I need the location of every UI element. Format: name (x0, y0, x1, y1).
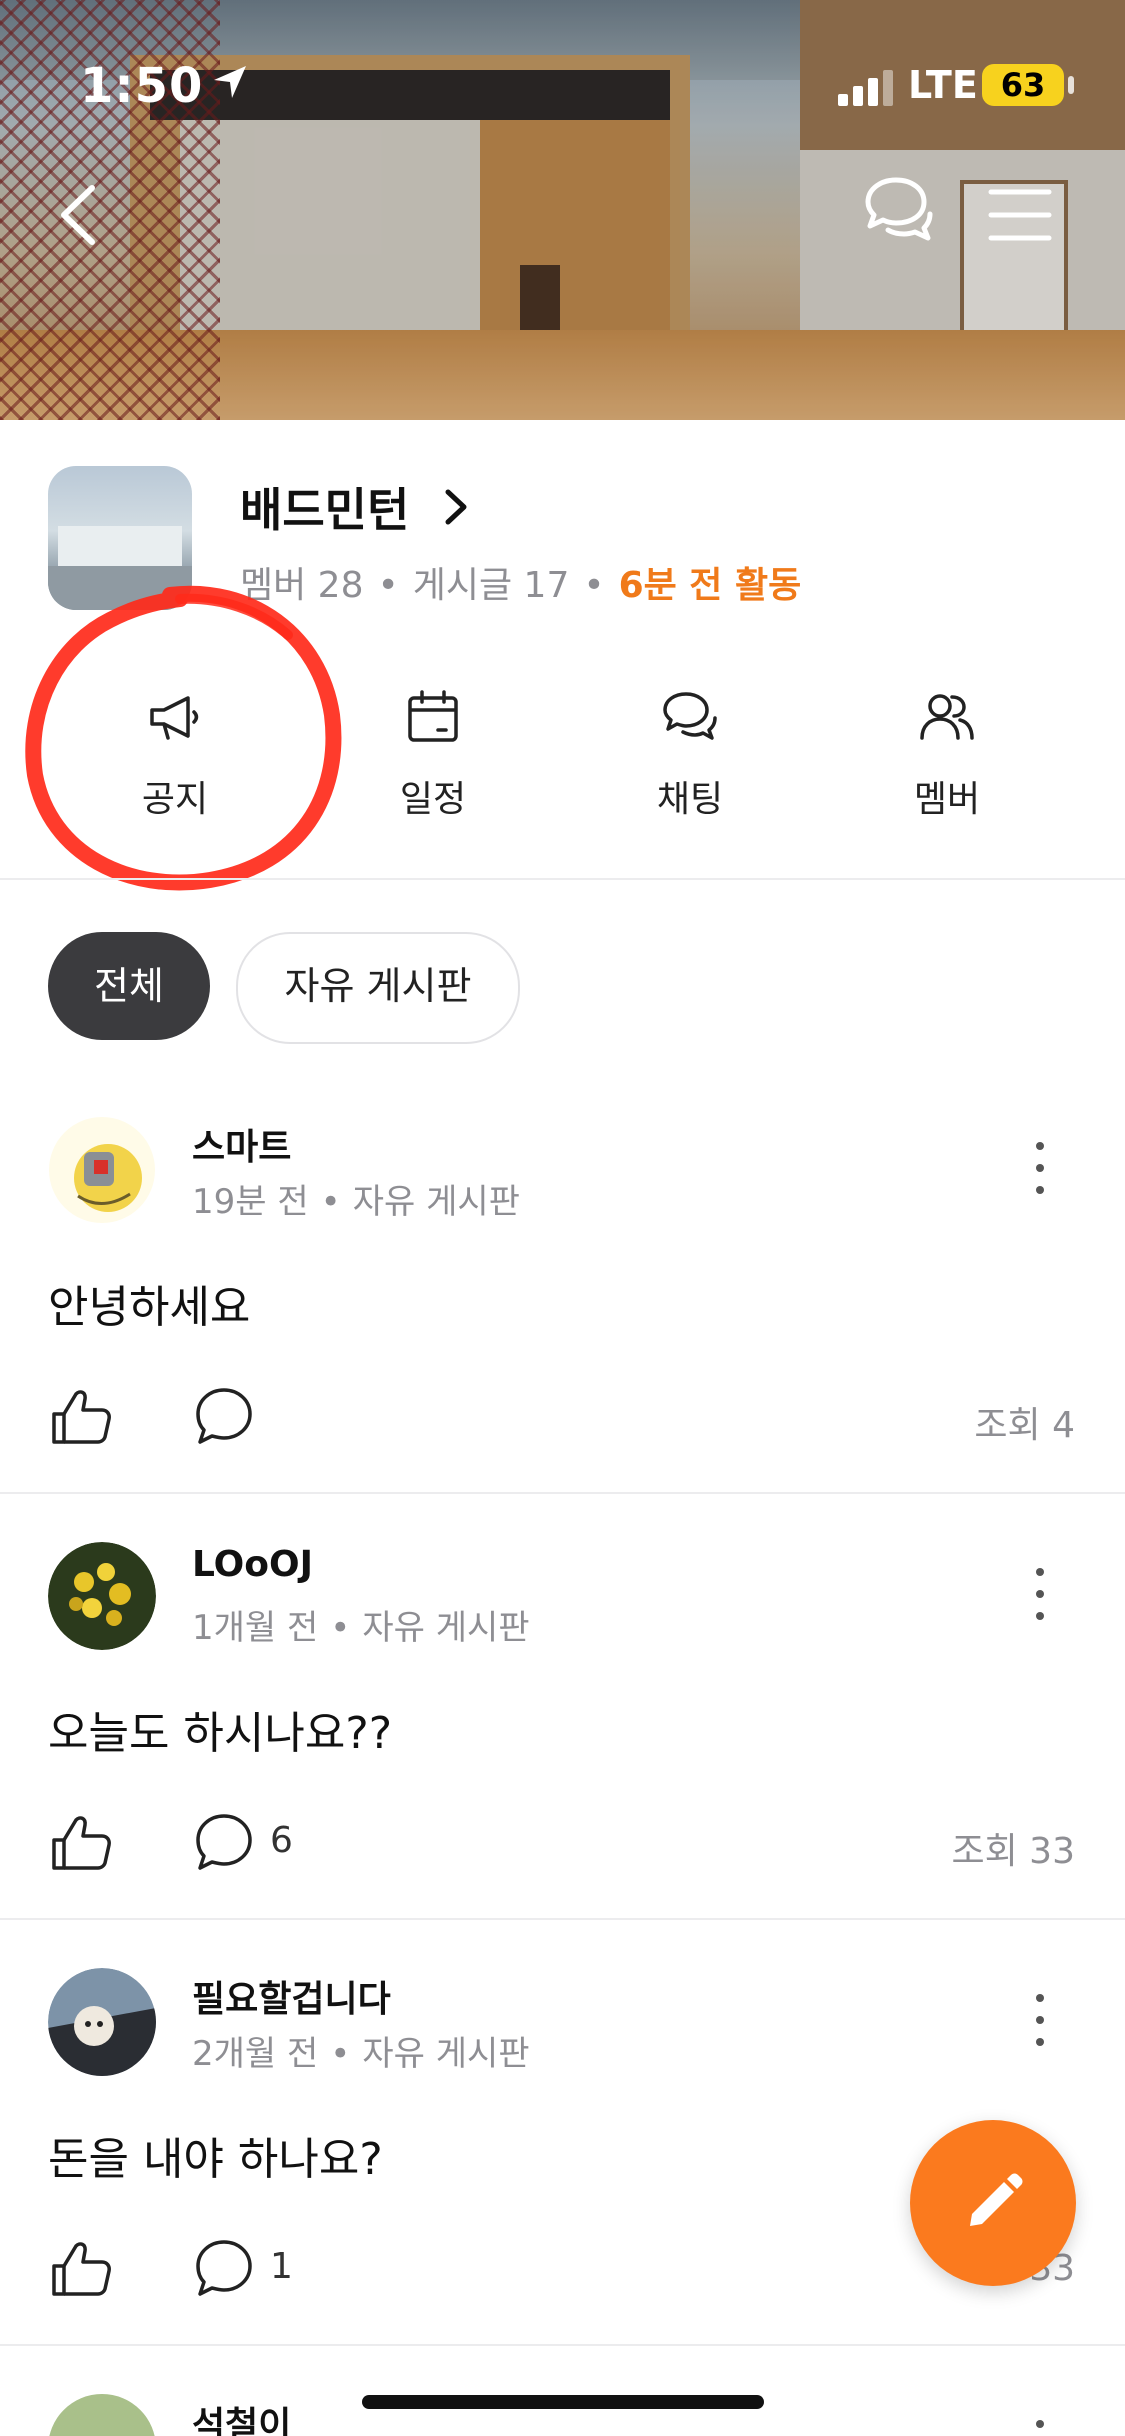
avatar[interactable] (48, 1968, 156, 2076)
calendar-icon (408, 690, 458, 742)
post-time: 19분 전 (192, 1182, 309, 1222)
write-post-button[interactable] (910, 2120, 1076, 2286)
comment-icon[interactable] (192, 1810, 256, 1874)
hamburger-menu-icon[interactable] (985, 180, 1055, 250)
pencil-icon (970, 2173, 1023, 2226)
avatar[interactable] (48, 1542, 156, 1650)
signal-bars-icon (838, 70, 893, 106)
last-activity: 6분 전 활동 (618, 565, 802, 606)
chevron-right-icon[interactable] (440, 486, 470, 528)
battery-level: 63 (982, 64, 1064, 106)
post-text: 돈을 내야 하나요? (48, 2134, 383, 2185)
comment-icon[interactable] (192, 1384, 256, 1448)
location-arrow-icon (214, 66, 246, 98)
avatar[interactable] (48, 2394, 156, 2436)
thumbs-up-icon[interactable] (48, 1810, 114, 1876)
chat-bubbles-icon[interactable] (858, 172, 938, 252)
more-options-icon[interactable] (1024, 2414, 1056, 2436)
quick-menu-label: 일정 (399, 779, 467, 820)
post-meta: 19분 전 • 자유 게시판 (192, 1174, 520, 1223)
post-author: 석철이 (192, 2405, 292, 2436)
comment-icon[interactable] (192, 2236, 256, 2300)
view-count: 조회 33 (951, 1831, 1076, 1872)
post-text: 안녕하세요 (48, 1282, 251, 1333)
post-author: 스마트 (192, 1127, 292, 1168)
tab-free-board[interactable]: 자유 게시판 (236, 932, 520, 1044)
post-board: 자유 게시판 (352, 1182, 520, 1222)
more-options-icon[interactable] (1024, 1136, 1056, 1200)
post-time: 2개월 전 (192, 2034, 319, 2074)
quick-menu-label: 채팅 (656, 779, 724, 820)
meta-separator: • (583, 565, 605, 606)
quick-menu-members[interactable]: 멤버 (847, 672, 1047, 852)
members-icon (920, 694, 974, 740)
status-time: 1:50 (80, 58, 204, 114)
post-board: 자유 게시판 (362, 2034, 530, 2074)
post-text: 오늘도 하시나요?? (48, 1708, 393, 1759)
post-item[interactable]: 스마트 19분 전 • 자유 게시판 안녕하세요 조회 4 (0, 1116, 1125, 1542)
post-divider (0, 1492, 1125, 1494)
thumbs-up-icon[interactable] (48, 2236, 114, 2302)
avatar[interactable] (48, 1116, 156, 1224)
battery-cap (1068, 76, 1074, 94)
thumbs-up-icon[interactable] (48, 1384, 114, 1450)
post-meta: 2개월 전 • 자유 게시판 (192, 2026, 530, 2075)
more-options-icon[interactable] (1024, 1988, 1056, 2052)
quick-menu-schedule[interactable]: 일정 (333, 672, 533, 852)
more-options-icon[interactable] (1024, 1562, 1056, 1626)
post-board: 자유 게시판 (362, 1608, 530, 1648)
meta-separator: • (377, 565, 399, 606)
comment-count: 6 (270, 1820, 293, 1861)
quick-menu-chat[interactable]: 채팅 (590, 672, 790, 852)
club-name[interactable]: 배드민턴 (240, 474, 409, 540)
network-type: LTE (908, 63, 978, 107)
chevron-left-icon[interactable] (50, 180, 110, 250)
post-item[interactable]: LOoOJ 1개월 전 • 자유 게시판 오늘도 하시나요?? 6 조회 33 (0, 1542, 1125, 1968)
post-divider (0, 1918, 1125, 1920)
post-count: 게시글 17 (412, 565, 570, 606)
red-circle-annotation (25, 585, 342, 891)
post-divider (0, 2344, 1125, 2346)
tab-all[interactable]: 전체 (48, 932, 210, 1040)
post-time: 1개월 전 (192, 1608, 319, 1648)
chat-bubbles-icon (663, 692, 717, 740)
quick-menu-label: 멤버 (913, 779, 981, 820)
view-count: 조회 4 (974, 1405, 1075, 1446)
meta-separator: • (330, 1608, 351, 1648)
home-indicator (362, 2395, 764, 2409)
post-author: 필요할겁니다 (192, 1979, 391, 2020)
comment-count: 1 (270, 2246, 293, 2287)
section-divider (0, 878, 1125, 880)
meta-separator: • (320, 1182, 341, 1222)
post-author: LOoOJ (192, 1544, 313, 1585)
meta-separator: • (330, 2034, 351, 2074)
status-bar: 1:50 LTE 63 (0, 0, 1125, 120)
post-meta: 1개월 전 • 자유 게시판 (192, 1600, 530, 1649)
